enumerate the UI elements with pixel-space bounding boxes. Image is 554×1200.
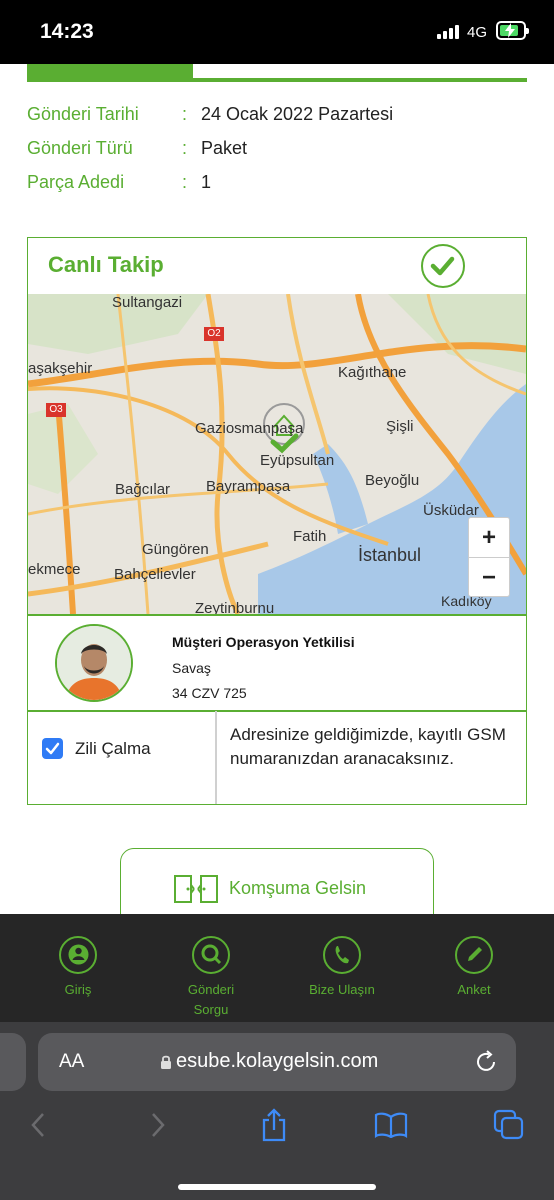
map-zoom-control: + − <box>468 517 510 597</box>
url-text[interactable]: esube.kolaygelsin.com <box>176 1050 378 1073</box>
separator: : <box>182 172 188 192</box>
zoom-in-button[interactable]: + <box>469 518 509 558</box>
nav-label: Gönderi Sorgu <box>187 982 235 1017</box>
separator: : <box>182 138 188 158</box>
divider <box>215 711 217 804</box>
check-icon <box>421 244 465 288</box>
map-label-istanbul: İstanbul <box>358 545 422 565</box>
live-tracking-title: Canlı Takip <box>48 252 164 277</box>
bookmarks-icon[interactable] <box>374 1112 408 1143</box>
separator: : <box>182 104 188 124</box>
door-icon <box>174 875 218 903</box>
map-label-eyupsultan: Eyüpsultan <box>260 452 335 469</box>
map-label-gungoren: Güngören <box>142 541 209 558</box>
map-label-sisli: Şişli <box>386 418 414 435</box>
map-label-o2: O2 <box>207 328 221 339</box>
nav-login[interactable]: Giriş <box>28 936 128 1000</box>
nav-label: Anket <box>457 982 491 997</box>
forward-icon[interactable] <box>150 1112 166 1143</box>
map-label-bayrampasa: Bayrampaşa <box>206 478 291 495</box>
divider <box>28 614 526 616</box>
map-label-beyoglu: Beyoğlu <box>365 472 420 489</box>
map-label-sultangazi: Sultangazi <box>112 294 183 311</box>
reload-icon[interactable] <box>476 1049 498 1078</box>
map-label-fatih: Fatih <box>293 528 327 545</box>
map-label-gaziosmanpasa: Gaziosmanpaşa <box>195 420 304 437</box>
nav-label: Giriş <box>64 982 92 997</box>
phone-icon <box>323 936 361 974</box>
piece-count-label: Parça Adedi <box>27 172 125 192</box>
shipment-date-value: 24 Ocak 2022 Pazartesi <box>201 104 394 124</box>
map-label-zeytinburnu: Zeytinburnu <box>195 600 275 614</box>
avatar <box>55 624 133 702</box>
map-label-o3: O3 <box>49 404 63 415</box>
courier-title: Müşteri Operasyon Yetkilisi <box>172 634 355 650</box>
nav-survey[interactable]: Anket <box>424 936 524 1000</box>
home-indicator <box>178 1184 376 1190</box>
pencil-icon <box>455 936 493 974</box>
search-icon <box>192 936 230 974</box>
doorbell-label[interactable]: Zili Çalma <box>75 739 151 759</box>
map-label-bagcilar: Bağcılar <box>115 481 171 498</box>
shipment-date-label: Gönderi Tarihi <box>27 104 139 124</box>
piece-count-value: 1 <box>201 172 212 192</box>
battery-icon <box>496 21 529 40</box>
status-time: 14:23 <box>40 20 94 43</box>
map-label-kagithane: Kağıthane <box>338 364 407 381</box>
nav-label: Bize Ulaşın <box>309 982 375 997</box>
user-icon <box>59 936 97 974</box>
back-icon[interactable] <box>30 1112 46 1143</box>
courier-name: Savaş <box>172 660 211 676</box>
map-label-kcekmece: ekmece <box>28 561 81 578</box>
tabs-icon[interactable] <box>493 1109 525 1146</box>
neighbor-delivery-label[interactable]: Komşuma Gelsin <box>229 878 366 899</box>
text-size-button[interactable]: AA <box>59 1051 84 1073</box>
map-label-bahcelievler: Bahçelievler <box>114 566 196 583</box>
vehicle-plate: 34 CZV 725 <box>172 685 247 701</box>
bottom-nav: Giriş Gönderi Sorgu Bize Ulaşın Anket <box>0 914 554 1022</box>
nav-contact[interactable]: Bize Ulaşın <box>292 936 392 1000</box>
signal-icon <box>437 25 463 39</box>
previous-tab-stub[interactable] <box>0 1033 26 1091</box>
map-label-basaksehir: aşakşehir <box>28 360 93 377</box>
network-type: 4G <box>467 24 488 41</box>
doorbell-description: Adresinize geldiğimizde, kayıtlı GSM num… <box>230 725 506 768</box>
shipment-type-label: Gönderi Türü <box>27 138 133 158</box>
divider <box>28 710 526 712</box>
nav-shipment-query[interactable]: Gönderi Sorgu <box>161 936 261 1020</box>
tracking-map[interactable]: O2 O3 Sultangazi aşakşehir Kağıthane Gaz… <box>28 294 526 614</box>
share-icon[interactable] <box>260 1108 288 1147</box>
shipment-type-value: Paket <box>201 138 248 158</box>
lock-icon <box>160 1054 172 1075</box>
tab-indicator <box>27 64 527 82</box>
zoom-out-button[interactable]: − <box>469 558 509 597</box>
doorbell-checkbox[interactable] <box>42 738 63 759</box>
